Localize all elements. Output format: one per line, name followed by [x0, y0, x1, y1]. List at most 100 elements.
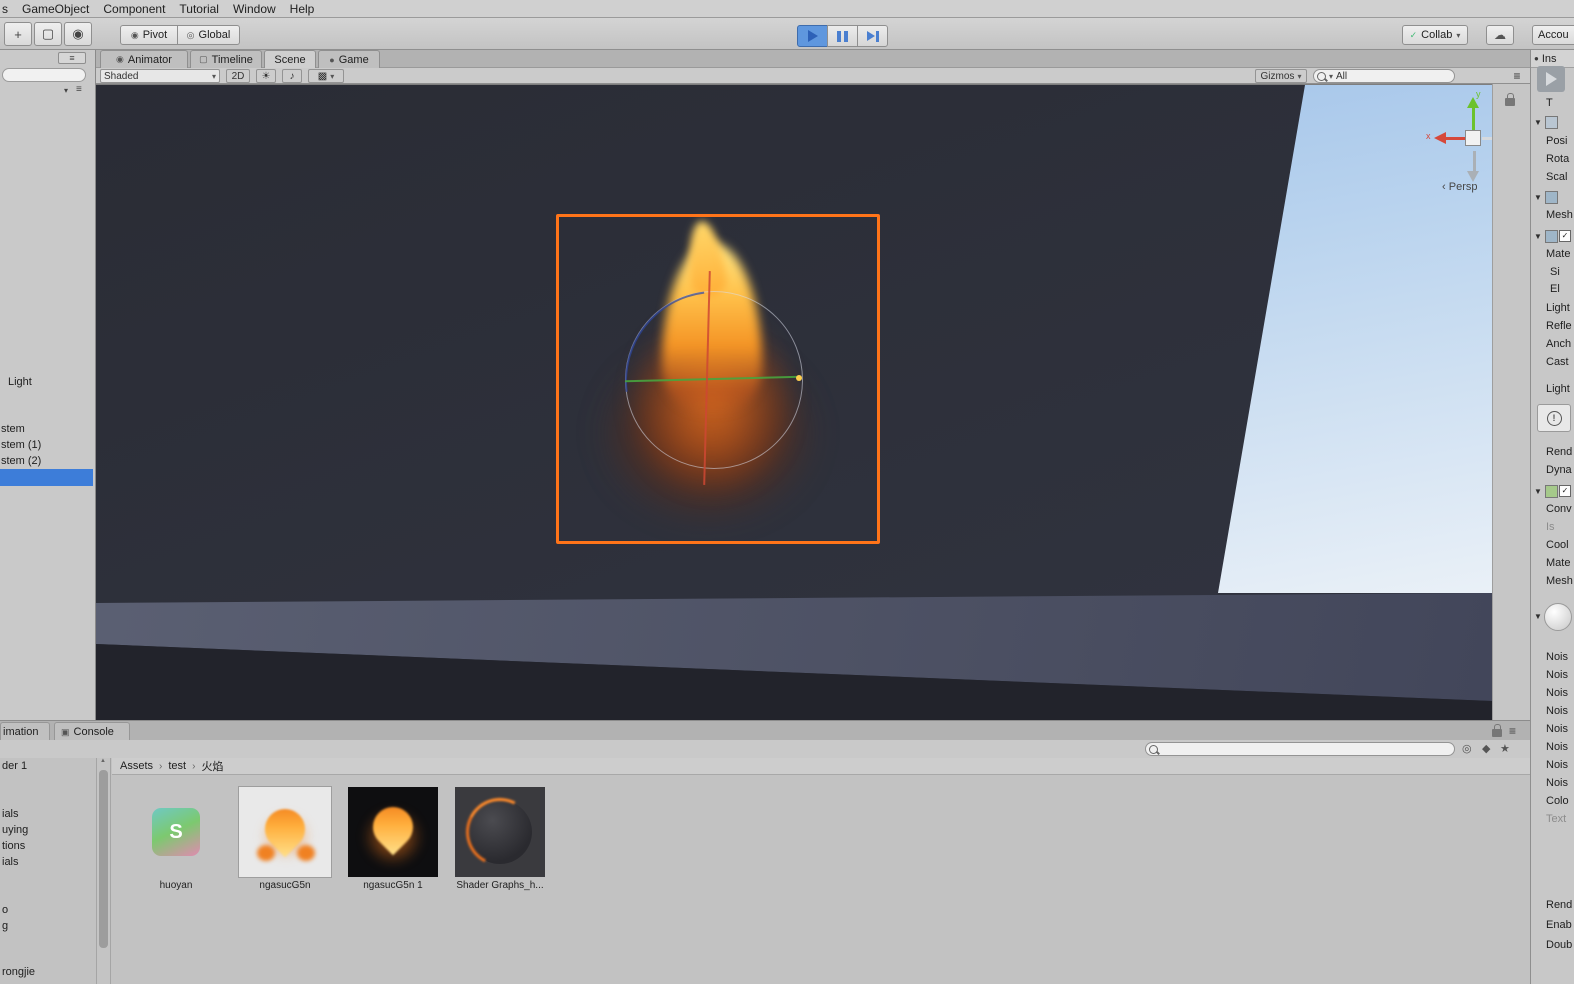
folder-item[interactable]: tions	[2, 840, 25, 852]
2d-label: 2D	[231, 70, 245, 82]
breadcrumb-test[interactable]: test	[168, 760, 186, 772]
foldout-icon[interactable]: ▼	[1534, 118, 1542, 127]
scene-lighting-toggle[interactable]: ☀	[256, 69, 276, 83]
global-toggle-button[interactable]: ◎ Global	[178, 25, 240, 45]
asset-label[interactable]: ngasucG5n 1	[343, 880, 443, 891]
hierarchy-item-light[interactable]: Light	[8, 374, 32, 390]
cloud-button[interactable]: ☁	[1486, 25, 1514, 45]
inspector-row: Nois	[1546, 687, 1569, 699]
asset-thumbnail-huoyan[interactable]: S	[152, 808, 200, 856]
menu-help[interactable]: Help	[290, 2, 315, 16]
folder-item[interactable]: ials	[2, 856, 19, 868]
folder-item[interactable]: g	[2, 920, 8, 932]
scene-search-value: All	[1336, 70, 1348, 82]
move-tool-button[interactable]: +	[4, 22, 32, 46]
tab-scene[interactable]: Scene	[264, 50, 316, 68]
hierarchy-item-particle-system[interactable]: stem	[1, 421, 25, 437]
chevron-down-icon[interactable]: ▾	[64, 86, 68, 95]
y-axis-arrow-icon[interactable]	[1467, 97, 1479, 108]
mesh-filter-icon	[1545, 191, 1558, 204]
inspector-row: Enab	[1546, 919, 1572, 931]
account-button[interactable]: Accou	[1532, 25, 1574, 45]
projection-mode-label[interactable]: ‹ Persp	[1442, 181, 1477, 193]
foldout-icon[interactable]: ▼	[1534, 193, 1542, 202]
scene-effects-dropdown[interactable]: ▩ ▾	[308, 69, 344, 83]
tab-console[interactable]: ▣ Console	[54, 722, 130, 741]
hierarchy-item-particle-system-2[interactable]: stem (2)	[1, 453, 41, 469]
tab-animator[interactable]: ◉ Animator	[100, 50, 188, 68]
shading-mode-dropdown[interactable]: Shaded ▾	[100, 69, 220, 83]
foldout-icon[interactable]: ▼	[1534, 612, 1542, 621]
orientation-gizmo[interactable]: y x ‹ Persp	[1426, 89, 1492, 197]
menu-tutorial[interactable]: Tutorial	[179, 2, 219, 16]
gizmos-dropdown[interactable]: Gizmos ▾	[1255, 69, 1307, 83]
chevron-down-icon: ▾	[1329, 71, 1334, 81]
asset-label[interactable]: ngasucG5n	[235, 880, 335, 891]
breadcrumb-assets[interactable]: Assets	[120, 760, 153, 772]
selection-rectangle-gizmo[interactable]	[556, 214, 880, 544]
foldout-icon[interactable]: ▼	[1534, 487, 1542, 496]
pivot-toggle-button[interactable]: ◉ Pivot	[120, 25, 178, 45]
2d-toggle-button[interactable]: 2D	[226, 69, 250, 83]
step-button[interactable]	[857, 25, 888, 47]
foldout-icon[interactable]: ▼	[1534, 232, 1542, 241]
menu-window[interactable]: Window	[233, 2, 276, 16]
lock-icon[interactable]	[1505, 93, 1515, 106]
tab-game[interactable]: ● Game	[318, 50, 380, 68]
x-axis-arrow-icon[interactable]	[1434, 132, 1446, 144]
chevron-down-icon: ▾	[330, 71, 335, 81]
gizmo-center-cube[interactable]	[1465, 130, 1481, 146]
folder-item[interactable]: rongjie	[2, 966, 35, 978]
project-search-input[interactable]	[1145, 742, 1455, 756]
inspector-row: Light	[1546, 383, 1570, 395]
menu-assets-cut[interactable]: s	[2, 2, 8, 16]
lock-icon[interactable]	[1492, 724, 1502, 737]
scene-search-field[interactable]: ▾ All	[1313, 69, 1455, 83]
component-enabled-checkbox[interactable]: ✓	[1559, 230, 1571, 242]
scene-menu-button[interactable]: ≡	[1508, 69, 1526, 83]
asset-thumbnail-material-sphere[interactable]	[455, 787, 545, 877]
menu-icon[interactable]: ≡	[76, 84, 82, 95]
scene-view[interactable]: y x ‹ Persp	[96, 84, 1492, 720]
rect-tool-button[interactable]: ▢	[34, 22, 62, 46]
search-by-type-icon[interactable]: ◎	[1462, 742, 1472, 755]
search-by-label-icon[interactable]: ◆	[1482, 742, 1490, 755]
folder-item[interactable]: der 1	[2, 760, 27, 772]
asset-label[interactable]: huoyan	[126, 880, 226, 891]
inspector-row: Posi	[1546, 135, 1568, 147]
asset-label[interactable]: Shader Graphs_h...	[450, 880, 550, 891]
asset-thumbnail-flame-dark[interactable]	[348, 787, 438, 877]
scroll-up-icon[interactable]: ▲	[100, 758, 106, 764]
tab-scene-label: Scene	[274, 53, 306, 66]
folder-item[interactable]: uying	[2, 824, 28, 836]
search-icon	[1149, 744, 1158, 754]
warning-icon: !	[1546, 410, 1562, 426]
axis-x-label: x	[1426, 131, 1431, 141]
hierarchy-item-particle-system-1[interactable]: stem (1)	[1, 437, 41, 453]
folder-item[interactable]: o	[2, 904, 8, 916]
inspector-row: Mesh	[1546, 209, 1573, 221]
transform-tool-button[interactable]: ◉	[64, 22, 92, 46]
asset-thumbnail-flame-light[interactable]	[238, 786, 332, 878]
mesh-renderer-icon	[1545, 230, 1558, 243]
menu-gameobject[interactable]: GameObject	[22, 2, 89, 16]
collab-button[interactable]: ✓ Collab ▾	[1402, 25, 1468, 45]
hierarchy-item-selected[interactable]	[0, 469, 93, 486]
pause-button[interactable]	[827, 25, 858, 47]
component-enabled-checkbox[interactable]: ✓	[1559, 485, 1571, 497]
folder-item[interactable]: ials	[2, 808, 19, 820]
hierarchy-create-button[interactable]: ≡	[58, 52, 86, 64]
step-icon	[866, 30, 879, 42]
tab-timeline[interactable]: ▢ Timeline	[190, 50, 262, 68]
menu-component[interactable]: Component	[103, 2, 165, 16]
scene-audio-toggle[interactable]: ♪	[282, 69, 302, 83]
hierarchy-search-input[interactable]	[2, 68, 86, 82]
breadcrumb-folder-current[interactable]: 火焰	[201, 758, 223, 774]
play-button[interactable]	[797, 25, 828, 47]
favorites-star-icon[interactable]: ★	[1500, 742, 1510, 755]
menu-icon[interactable]: ≡	[1509, 724, 1516, 738]
tab-animation[interactable]: imation	[0, 722, 50, 741]
project-vertical-scrollbar[interactable]: ▲	[96, 758, 111, 984]
unity-editor-window: s GameObject Component Tutorial Window H…	[0, 0, 1574, 984]
scrollbar-thumb[interactable]	[99, 770, 108, 948]
